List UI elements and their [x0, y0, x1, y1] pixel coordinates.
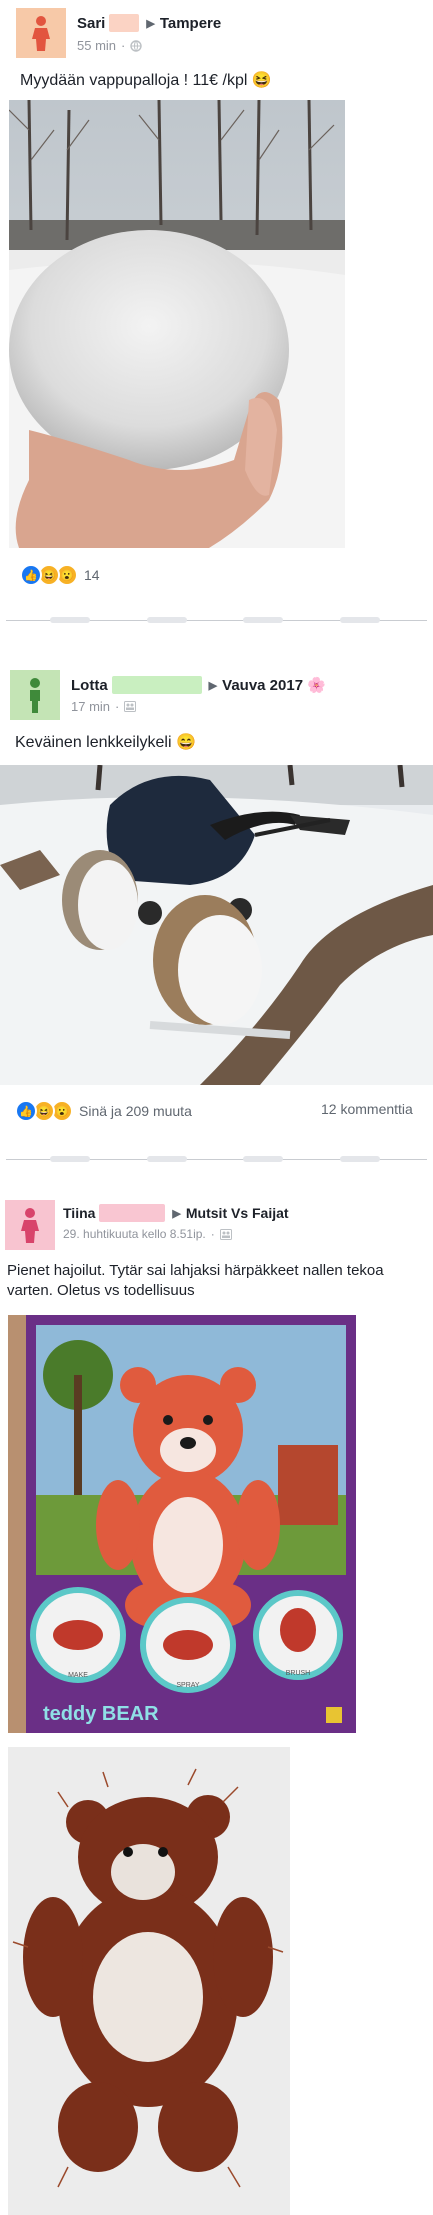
- teddy-box-photo: MAKE SPRAY BRUSH teddy BEAR: [8, 1315, 356, 1733]
- post-text: Keväinen lenkkeilykeli 😄: [15, 734, 196, 751]
- post-photo-box[interactable]: MAKE SPRAY BRUSH teddy BEAR: [8, 1315, 356, 1733]
- group-name[interactable]: Tampere: [160, 15, 221, 32]
- triangle-right-icon: ▶: [146, 17, 155, 30]
- post-photo[interactable]: [0, 765, 433, 1085]
- group-icon: [219, 1228, 232, 1240]
- post-text: Myydään vappupalloja ! 11€ /kpl 😆: [20, 72, 272, 89]
- group-name[interactable]: Mutsit Vs Faijat: [186, 1205, 289, 1221]
- snowball-photo: [9, 100, 345, 548]
- avatar[interactable]: [5, 1200, 55, 1250]
- box-step-make: MAKE: [68, 1672, 88, 1679]
- post-time[interactable]: 17 min: [71, 699, 110, 714]
- person-icon: [30, 678, 40, 713]
- redacted-surname: [111, 676, 202, 694]
- post-3: Tiina ▶ Mutsit Vs Faijat 29. huhtikuuta …: [0, 1190, 433, 2215]
- author-name[interactable]: Tiina: [63, 1205, 95, 1221]
- author-name[interactable]: Sari: [77, 15, 105, 32]
- post-time[interactable]: 55 min: [77, 38, 116, 53]
- post-text: Pienet hajoilut. Tytär sai lahjaksi härp…: [7, 1262, 384, 1299]
- post-time[interactable]: 29. huhtikuuta kello 8.51ip.: [63, 1227, 206, 1241]
- author-name[interactable]: Lotta: [71, 677, 108, 694]
- divider-bars: [50, 617, 380, 623]
- triangle-right-icon: ▶: [208, 679, 218, 692]
- like-icon: 👍: [20, 564, 42, 586]
- globe-icon: [130, 39, 143, 52]
- group-name[interactable]: Vauva 2017 🌸: [222, 676, 326, 694]
- stroller-snow-photo: [0, 765, 433, 1085]
- homemade-bear-photo: [8, 1747, 290, 2215]
- triangle-right-icon: ▶: [172, 1207, 181, 1220]
- like-icon: 👍: [15, 1100, 37, 1122]
- comment-count[interactable]: 12 kommenttia: [321, 1101, 413, 1117]
- avatar[interactable]: [10, 670, 60, 720]
- box-step-spray: SPRAY: [176, 1682, 200, 1689]
- reaction-summary[interactable]: Sinä ja 209 muuta: [79, 1103, 192, 1119]
- box-title: teddy BEAR: [43, 1703, 159, 1725]
- reaction-count[interactable]: 14: [84, 567, 100, 583]
- avatar[interactable]: [16, 8, 66, 58]
- post-photo[interactable]: [9, 100, 345, 548]
- group-icon: [124, 701, 137, 712]
- post-2: Lotta ▶ Vauva 2017 🌸 17 min · Keväinen l…: [0, 660, 433, 1150]
- post-photo-bear[interactable]: [8, 1747, 290, 2215]
- person-icon: [21, 1208, 39, 1243]
- post-1: Sari ▶ Tampere 55 min · Myydään vappupal…: [0, 0, 433, 610]
- redacted-surname: [109, 14, 140, 32]
- person-icon: [32, 16, 50, 51]
- divider-bars: [50, 1156, 380, 1162]
- redacted-surname: [99, 1204, 166, 1222]
- box-step-brush: BRUSH: [286, 1670, 311, 1677]
